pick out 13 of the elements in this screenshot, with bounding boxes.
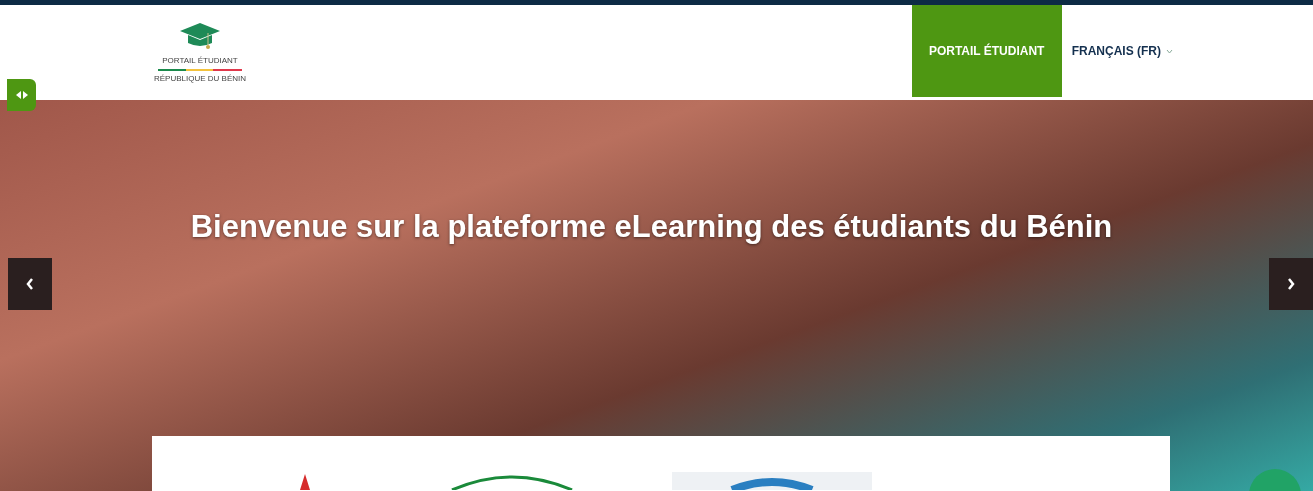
drawer-toggle-button[interactable] xyxy=(7,79,36,111)
chevron-right-icon xyxy=(1286,277,1296,291)
logo[interactable]: PORTAIL ÉTUDIANT RÉPUBLIQUE DU BÉNIN xyxy=(154,21,246,83)
nav-link[interactable]: PORTAIL ÉTUDIANT xyxy=(911,5,1062,97)
carousel-previous-button[interactable] xyxy=(8,258,52,310)
caret-icon xyxy=(1166,48,1173,54)
language-dropdown[interactable]: FRANÇAIS (FR) xyxy=(1061,5,1183,97)
logo-title: PORTAIL ÉTUDIANT xyxy=(162,57,238,65)
chevron-left-icon xyxy=(25,277,35,291)
hero-caption: Bienvenue sur la plateforme eLearning des étudiants du Bénin xyxy=(189,208,1114,246)
logo-subtitle: RÉPUBLIQUE DU BÉNIN xyxy=(154,75,246,83)
carousel-next-button[interactable] xyxy=(1269,258,1313,310)
left-right-arrows-icon xyxy=(15,91,28,99)
